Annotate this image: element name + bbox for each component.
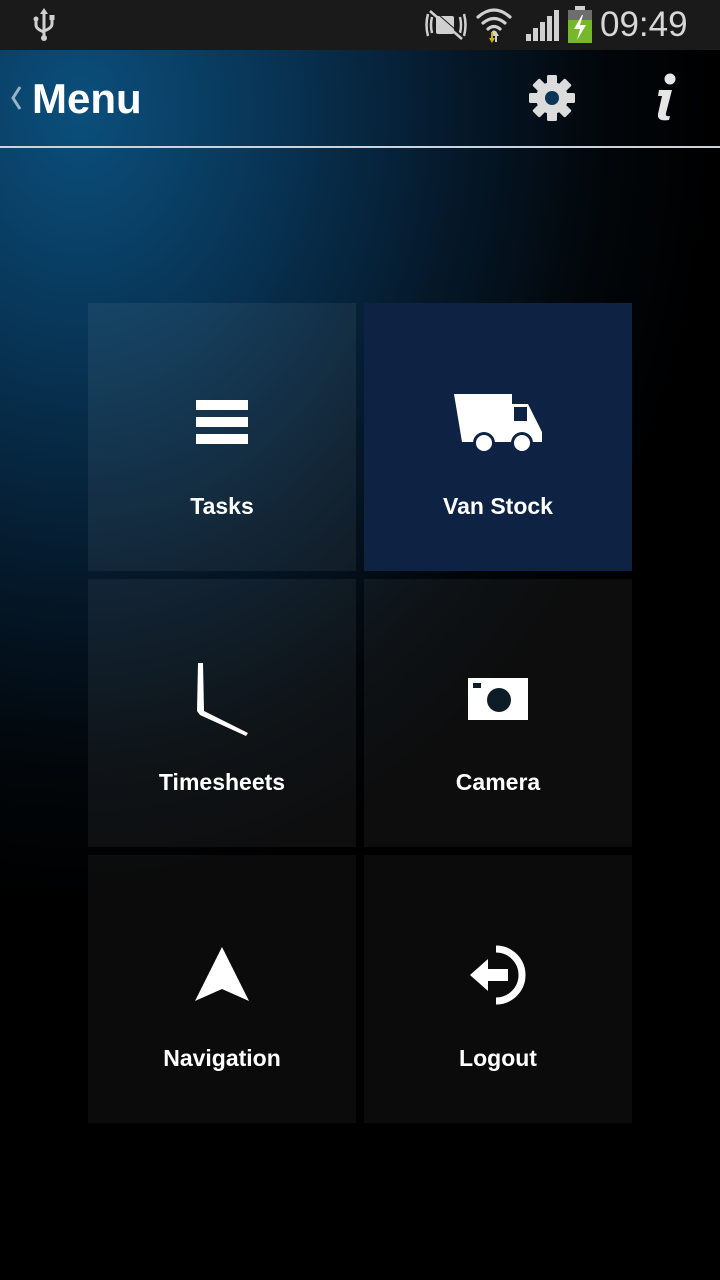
- gear-icon: [527, 73, 577, 128]
- battery-charging-icon: [566, 6, 594, 44]
- info-icon: [651, 73, 681, 128]
- van-stock-label: Van Stock: [443, 493, 553, 519]
- list-icon: [88, 373, 356, 473]
- logout-icon: [364, 925, 632, 1025]
- action-bar-divider: [0, 146, 720, 148]
- info-button[interactable]: [636, 70, 696, 130]
- tasks-tile[interactable]: Tasks: [88, 303, 356, 571]
- camera-tile[interactable]: Camera: [364, 579, 632, 847]
- mute-icon: [424, 8, 468, 42]
- navigation-arrow-icon: [88, 925, 356, 1025]
- page-title[interactable]: Menu: [32, 74, 142, 124]
- wifi-icon: [474, 4, 514, 44]
- truck-icon: [364, 373, 632, 473]
- usb-icon: [30, 8, 58, 42]
- settings-button[interactable]: [522, 70, 582, 130]
- logout-tile[interactable]: Logout: [364, 855, 632, 1123]
- status-bar: 09:49: [0, 0, 720, 50]
- camera-label: Camera: [455, 769, 541, 795]
- signal-icon: [524, 8, 560, 42]
- tasks-label: Tasks: [190, 493, 254, 519]
- camera-icon: [364, 649, 632, 749]
- navigation-label: Navigation: [163, 1045, 281, 1071]
- van-stock-tile[interactable]: Van Stock: [364, 303, 632, 571]
- clock-icon: [88, 649, 356, 749]
- timesheets-label: Timesheets: [158, 769, 286, 795]
- action-bar: Menu: [0, 50, 720, 146]
- navigation-tile[interactable]: Navigation: [88, 855, 356, 1123]
- logout-label: Logout: [459, 1045, 537, 1071]
- chevron-left-icon[interactable]: [8, 84, 24, 112]
- timesheets-tile[interactable]: Timesheets: [88, 579, 356, 847]
- status-clock: 09:49: [600, 5, 688, 44]
